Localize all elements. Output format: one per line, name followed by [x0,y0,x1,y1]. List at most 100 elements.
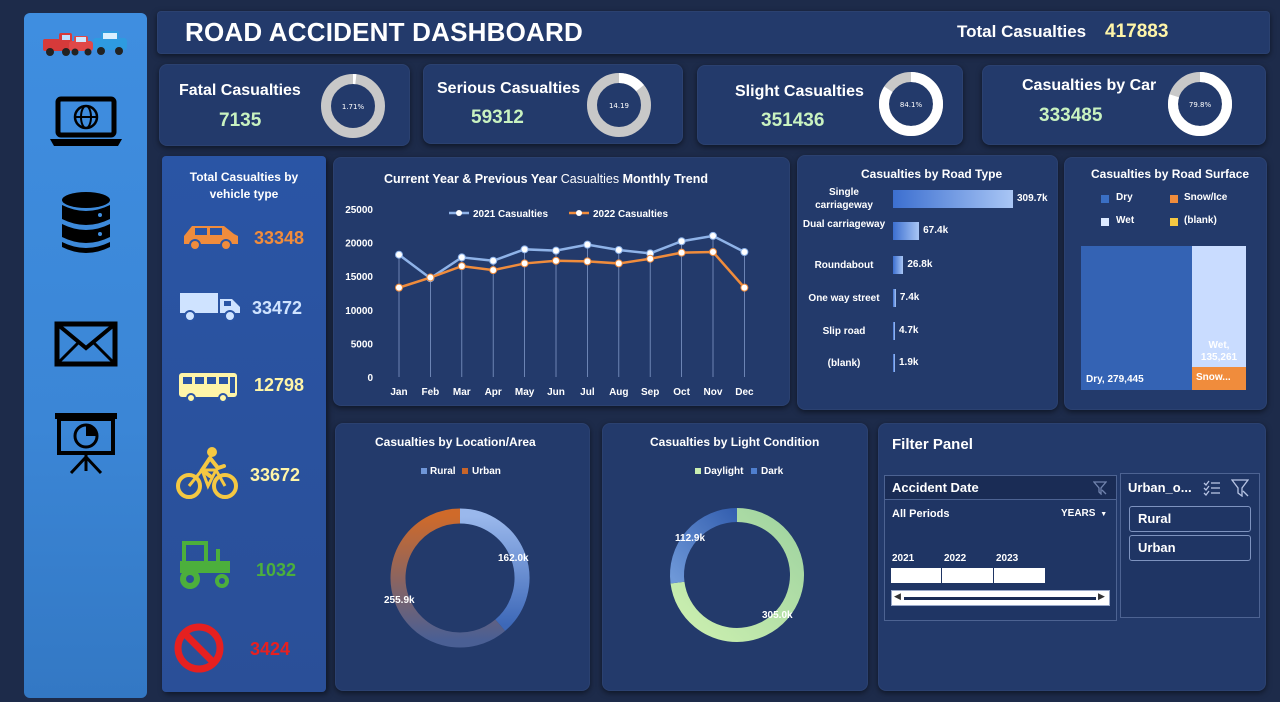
bus-icon [179,373,237,403]
data-point[interactable] [709,248,717,257]
vehicle-value-truck: 33472 [252,298,303,318]
data-point[interactable] [646,254,655,263]
data-point[interactable] [583,257,592,266]
data-point[interactable] [426,273,435,282]
kpi-label: Slight Casualties [735,83,864,100]
legend-swatch-blank [1170,218,1178,226]
treemap-tile-snow[interactable]: Snow... [1192,367,1246,390]
data-point[interactable] [552,256,560,265]
data-point[interactable] [457,253,466,262]
bar[interactable] [893,289,896,307]
road-type-chart: Single carriageway 309.7k Dual carriageway… [797,155,1058,410]
data-point[interactable] [489,266,498,275]
timeline-year: 2022 [944,553,967,564]
light-donut-chart: Daylight Dark 112.9k 305.0k [670,466,804,642]
legend-label-snow: Snow/Ice [1184,192,1228,203]
legend-marker [576,210,582,216]
bar-data-label: 309.7k [1017,193,1048,204]
clear-filter-icon[interactable] [1231,479,1249,497]
kpi-value: 7135 [219,110,262,131]
data-point[interactable] [552,246,560,255]
timeline-cell-2021[interactable] [891,568,941,583]
legend-swatch-daylight [695,468,701,474]
scroll-left-icon[interactable]: ◀ [894,591,901,602]
laptop-globe-icon[interactable] [24,95,147,151]
vehicle-value-bicycle: 33672 [250,465,301,485]
no-entry-icon [174,623,224,673]
slicer-option-urban[interactable]: Urban [1129,535,1251,561]
total-casualties-label: Total Casualties [957,22,1087,41]
timeline-cell-2022[interactable] [942,568,993,583]
data-point[interactable] [520,245,529,254]
slicer-header-label: Urban_o... [1128,480,1192,495]
timeline-year: 2023 [996,553,1019,564]
presentation-icon[interactable] [24,409,147,475]
donut-slice[interactable] [459,508,530,631]
data-point[interactable] [614,245,623,254]
data-point[interactable] [583,240,592,249]
kpi-label: Fatal Casualties [179,82,301,99]
data-point[interactable] [489,256,498,265]
kpi-ring-percent: 79.8% [1189,101,1212,109]
data-point[interactable] [740,248,749,257]
x-tick-label: Jan [390,387,407,398]
kpi-label: Serious Casualties [437,80,581,97]
clear-filter-icon[interactable] [1093,481,1107,495]
slicer-header-label: Accident Date [892,480,979,495]
y-tick-label: 20000 [345,239,373,250]
donut-slices [390,508,530,648]
timeline-scrollbar[interactable]: ◀ ▶ [891,590,1110,606]
scroll-right-icon[interactable]: ▶ [1098,591,1105,602]
mail-icon[interactable] [24,321,147,367]
treemap-tile-dry[interactable]: Dry, 279,445 [1081,246,1192,390]
data-point[interactable] [520,259,529,268]
timeline-year: 2021 [892,553,915,564]
car-icon [184,226,238,250]
kpi-ring-percent: 84.1% [900,101,923,109]
data-point[interactable] [740,283,749,292]
bar[interactable] [893,222,920,240]
bar-data-label: 67.4k [923,225,949,236]
light-panel: Casualties by Light Condition Daylight D… [602,423,868,691]
data-point[interactable] [395,283,403,292]
kpi-ring-chart: 14.19 [587,73,651,137]
legend-label: 2022 Casualties [593,209,668,220]
legend-marker [456,210,462,216]
data-point[interactable] [677,237,686,246]
kpi-card-car: Casualties by Car 333485 79.8% [982,65,1266,145]
y-tick-label: 25000 [345,205,373,216]
scrollbar-track[interactable] [904,597,1096,600]
timeline-cell-2023[interactable] [994,568,1045,583]
kpi-ring-chart: 79.8% [1168,72,1232,136]
donut-slice[interactable] [670,508,738,584]
treemap-label-wet-value: 135,261 [1200,352,1238,363]
vehicle-type-panel: Total Casualties by vehicle type 33348 3… [162,156,326,692]
bar[interactable] [893,256,904,274]
x-tick-label: Mar [453,387,471,398]
road-surface-title: Casualties by Road Surface [1091,167,1250,181]
granularity-dropdown[interactable]: YEARS ▼ [1061,508,1107,519]
data-point[interactable] [457,262,466,271]
vehicle-value-car: 33348 [254,228,305,248]
legend-label-urban: Urban [472,466,501,477]
data-label-dark: 112.9k [675,533,705,544]
treemap-tile-wet[interactable]: Wet, 135,261 [1192,246,1246,367]
data-point[interactable] [709,231,717,240]
sidebar [24,13,147,698]
data-point[interactable] [395,250,403,259]
treemap-label-dry: Dry, 279,445 [1086,374,1144,385]
bar[interactable] [893,354,895,372]
donut-slice[interactable] [390,508,506,648]
data-label-daylight: 305.0k [762,610,793,621]
cars-logo-icon[interactable] [24,25,147,61]
data-point[interactable] [677,248,686,257]
accident-date-slicer: Accident Date All Periods YEARS ▼ 2021 2… [884,475,1117,621]
bar[interactable] [893,190,1013,208]
slicer-option-rural[interactable]: Rural [1129,506,1251,532]
select-all-icon[interactable] [1203,480,1221,496]
database-icon[interactable] [24,191,147,257]
data-point[interactable] [614,259,623,268]
x-tick-label: Sep [641,387,659,398]
bar[interactable] [893,322,895,340]
kpi-ring-chart: 84.1% [879,72,943,136]
